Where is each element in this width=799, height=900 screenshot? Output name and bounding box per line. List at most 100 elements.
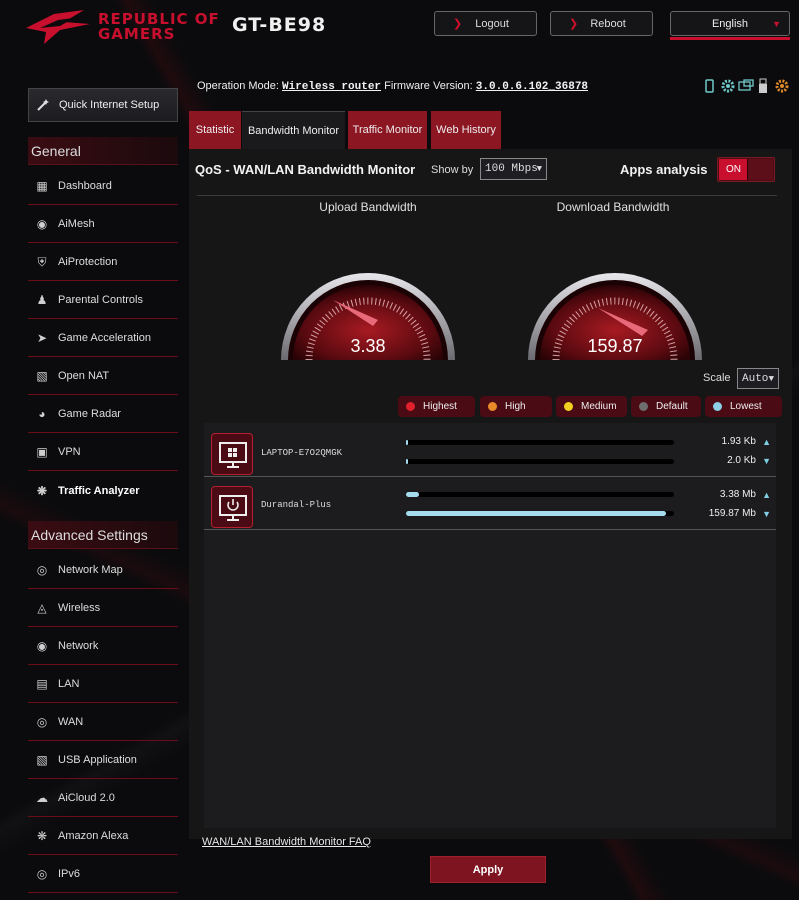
legend-highest: Highest: [398, 396, 475, 417]
usb-icon[interactable]: [756, 78, 771, 94]
reboot-button[interactable]: ❯ Reboot: [550, 11, 653, 36]
apply-button[interactable]: Apply: [430, 856, 546, 883]
sidebar-item-label: Wireless: [58, 602, 101, 614]
sidebar-item-game-radar[interactable]: ◕ Game Radar: [28, 396, 178, 433]
apps-analysis-label: Apps analysis: [620, 162, 708, 177]
sidebar-item-aimesh[interactable]: ◉ AiMesh: [28, 206, 178, 243]
sidebar-item-lan[interactable]: ▤ LAN: [28, 666, 178, 703]
upload-rate: 1.93 Kb: [721, 436, 756, 447]
device-row[interactable]: Durandal-Plus 3.38 Mb ▲ 159.87 Mb ▼: [204, 480, 776, 530]
status-line: Operation Mode: Wireless router Firmware…: [197, 80, 589, 93]
sidebar-item-aicloud-2-0[interactable]: ☁ AiCloud 2.0: [28, 780, 178, 817]
general-section-title: General: [28, 137, 178, 165]
download-rate: 2.0 Kb: [727, 455, 756, 466]
language-underline: [670, 37, 790, 40]
operation-mode-link[interactable]: Wireless router: [282, 81, 381, 93]
legend-dot: [564, 402, 573, 411]
rog-logo: REPUBLIC OF GAMERS: [24, 8, 220, 46]
sidebar-item-label: AiMesh: [58, 218, 95, 230]
language-select[interactable]: English ▼: [670, 11, 790, 36]
upload-bar: [406, 492, 674, 497]
vpn-icon: ▣: [36, 445, 48, 459]
usb-icon: ▧: [36, 753, 48, 767]
chevron-down-icon: ▼: [536, 164, 542, 174]
tab-traffic-monitor[interactable]: Traffic Monitor: [348, 111, 427, 149]
divider: [197, 195, 777, 196]
sidebar-item-network-map[interactable]: ◎ Network Map: [28, 552, 178, 589]
upload-rate: 3.38 Mb: [719, 489, 756, 500]
download-value: 159.87: [587, 336, 643, 356]
sidebar-item-label: Amazon Alexa: [58, 830, 129, 842]
sidebar-item-aiprotection[interactable]: ⛨ AiProtection: [28, 244, 178, 281]
sidebar-item-label: Network Map: [58, 564, 123, 576]
sidebar-item-label: VPN: [58, 446, 81, 458]
cloud-icon: ☁: [36, 791, 48, 805]
traffic-analyzer-icon: ❋: [36, 483, 48, 498]
device-row[interactable]: LAPTOP-E7O2QMGK 1.93 Kb ▲ 2.0 Kb ▼: [204, 427, 776, 477]
legend-high: High: [480, 396, 552, 417]
rocket-icon: ➤: [36, 331, 48, 345]
sidebar-item-label: Traffic Analyzer: [58, 484, 140, 497]
sidebar-item-game-acceleration[interactable]: ➤ Game Acceleration: [28, 320, 178, 357]
dashboard-icon: ▦: [36, 179, 48, 193]
scale-select[interactable]: Auto ▼: [737, 368, 779, 389]
legend-lowest: Lowest: [705, 396, 782, 417]
monitor-icon[interactable]: [738, 78, 754, 94]
advanced-settings-title: Advanced Settings: [28, 521, 178, 549]
page-title: QoS - WAN/LAN Bandwidth Monitor: [195, 162, 416, 177]
sidebar-item-amazon-alexa[interactable]: ❋ Amazon Alexa: [28, 818, 178, 855]
sidebar-item-label: LAN: [58, 678, 80, 690]
open-nat-icon: ▧: [36, 369, 48, 383]
sidebar-item-ipv6[interactable]: ◎ IPv6: [28, 856, 178, 893]
sidebar-item-wan[interactable]: ◎ WAN: [28, 704, 178, 741]
upload-arrow-icon: ▲: [762, 490, 771, 500]
alexa-icon: ❋: [36, 829, 48, 843]
legend-dot: [639, 402, 648, 411]
tab-statistic[interactable]: Statistic: [189, 111, 241, 149]
tab-bandwidth-monitor[interactable]: Bandwidth Monitor: [242, 111, 345, 149]
quick-internet-setup-button[interactable]: Quick Internet Setup: [28, 88, 178, 122]
rog-eye-icon: [26, 10, 90, 44]
settings-icon[interactable]: [774, 78, 789, 94]
wireless-icon: ◬: [37, 601, 47, 615]
sidebar-item-traffic-analyzer[interactable]: ❋ Traffic Analyzer: [28, 472, 178, 509]
sidebar-item-label: USB Application: [58, 754, 137, 766]
scale-label: Scale: [703, 372, 731, 384]
faq-link[interactable]: WAN/LAN Bandwidth Monitor FAQ: [202, 836, 371, 848]
firmware-link[interactable]: 3.0.0.6.102_36878: [476, 81, 588, 93]
model-name: GT-BE98: [232, 14, 327, 36]
shield-icon: ⛨: [37, 254, 47, 269]
parental-icon: ♟: [36, 293, 48, 307]
logout-button[interactable]: ❯ Logout: [434, 11, 537, 36]
tab-web-history[interactable]: Web History: [431, 111, 501, 149]
sidebar-item-label: Open NAT: [58, 370, 110, 382]
sidebar-item-label: Game Radar: [58, 408, 121, 420]
legend-default: Default: [631, 396, 701, 417]
sidebar-item-label: AiCloud 2.0: [58, 792, 115, 804]
sidebar-item-wireless[interactable]: ◬ Wireless: [28, 590, 178, 627]
download-bar: [406, 511, 674, 516]
chevron-down-icon: ▼: [772, 18, 781, 29]
status-icons: [702, 78, 789, 94]
ipv6-icon: ◎: [36, 867, 48, 881]
sidebar-item-parental-controls[interactable]: ♟ Parental Controls: [28, 282, 178, 319]
sidebar-item-open-nat[interactable]: ▧ Open NAT: [28, 358, 178, 395]
sidebar-item-vpn[interactable]: ▣ VPN: [28, 434, 178, 471]
sidebar-item-usb-application[interactable]: ▧ USB Application: [28, 742, 178, 779]
brand-line-2: GAMERS: [98, 25, 176, 43]
legend-medium: Medium: [556, 396, 627, 417]
gear-icon[interactable]: [720, 78, 735, 94]
sidebar-item-label: WAN: [58, 716, 84, 728]
sidebar-item-dashboard[interactable]: ▦ Dashboard: [28, 168, 178, 205]
sidebar-item-label: Dashboard: [58, 180, 112, 192]
download-bar: [406, 459, 674, 464]
apps-analysis-toggle[interactable]: ON: [717, 157, 775, 182]
app-icon[interactable]: [702, 78, 717, 94]
sidebar-item-network[interactable]: ◉ Network: [28, 628, 178, 665]
show-by-select[interactable]: 100 Mbps ▼: [480, 158, 547, 180]
legend-dot: [713, 402, 722, 411]
device-name: Durandal-Plus: [261, 500, 332, 510]
legend-dot: [406, 402, 415, 411]
sidebar-item-label: Game Acceleration: [58, 332, 151, 344]
download-rate: 159.87 Mb: [708, 508, 756, 519]
